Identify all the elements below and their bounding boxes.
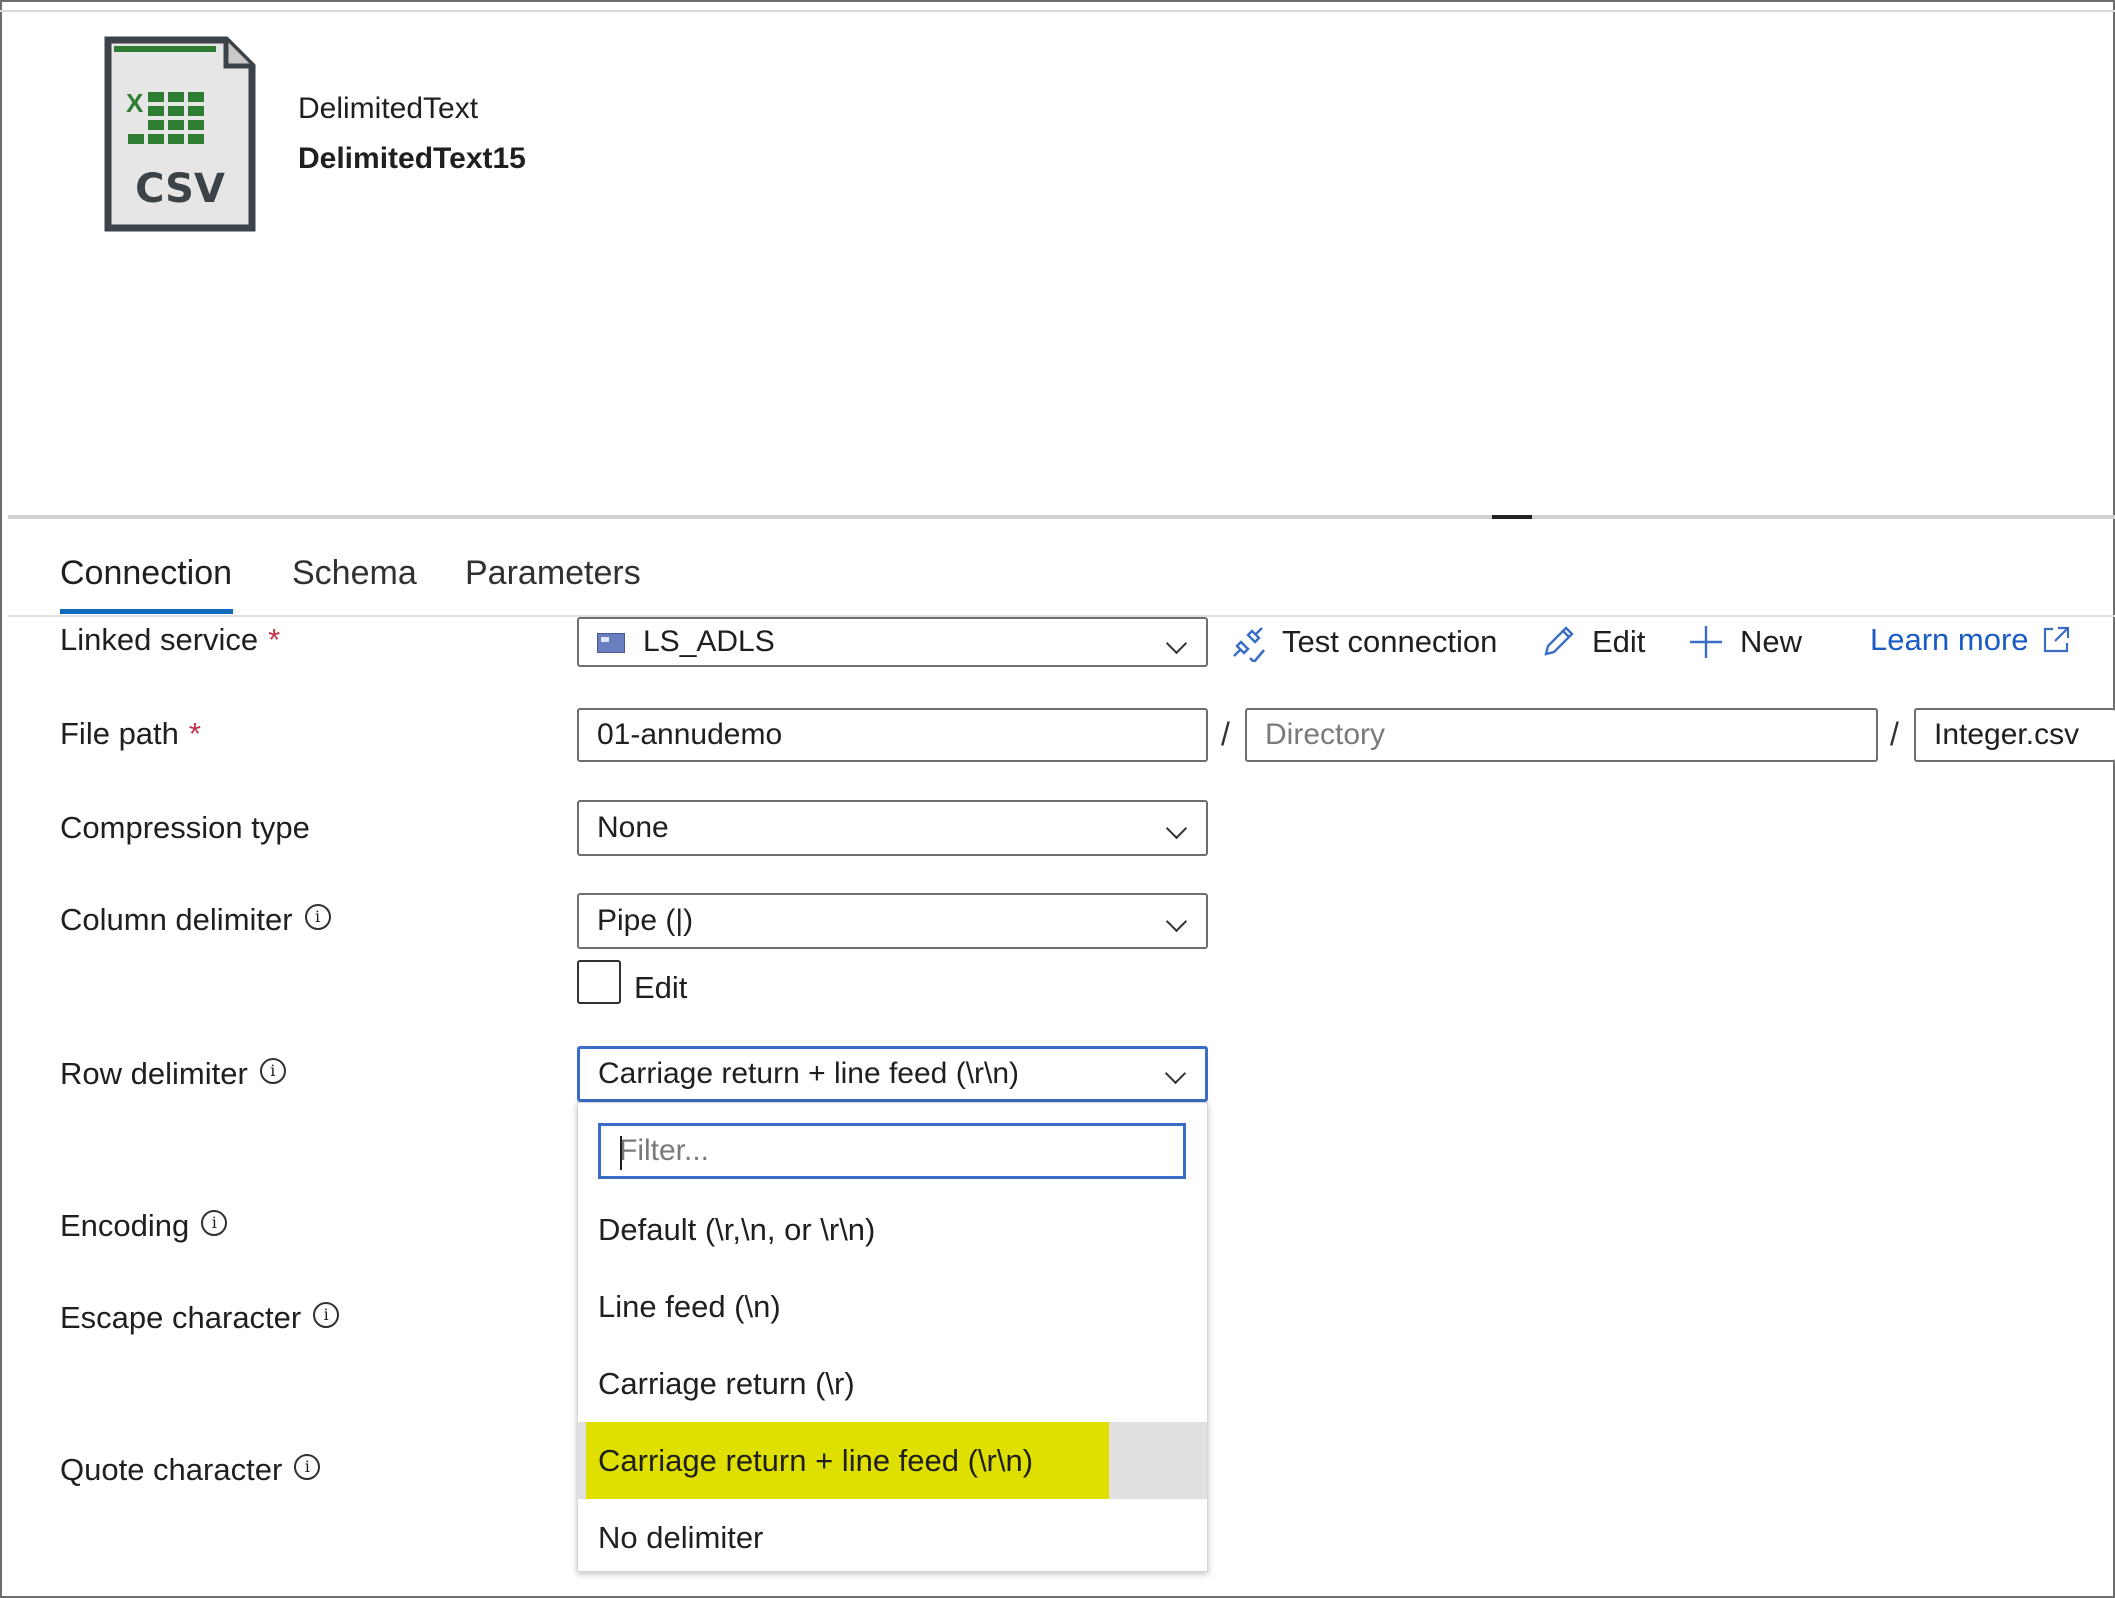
- linked-service-label-text: Linked service: [60, 622, 259, 657]
- row-delimiter-label-text: Row delimiter: [60, 1056, 248, 1091]
- new-label: New: [1740, 624, 1803, 659]
- external-link-icon: [2043, 626, 2069, 653]
- test-connection-label: Test connection: [1282, 624, 1498, 659]
- quote-character-label: Quote character i: [60, 1452, 321, 1488]
- pencil-icon: [1544, 626, 1574, 656]
- directory-placeholder: Directory: [1265, 718, 1386, 751]
- column-delimiter-dropdown[interactable]: Pipe (|): [577, 893, 1208, 949]
- tab-connection[interactable]: Connection: [60, 554, 232, 593]
- chevron-down-icon: [1165, 817, 1188, 840]
- filter-placeholder: Filter...: [619, 1134, 710, 1167]
- chevron-down-icon: [1165, 910, 1188, 933]
- dataset-name: DelimitedText15: [298, 142, 526, 175]
- row-delimiter-label: Row delimiter i: [60, 1056, 286, 1092]
- required-marker: *: [188, 716, 201, 751]
- compression-type-label: Compression type: [60, 810, 310, 845]
- edit-column-delimiter-checkbox[interactable]: [577, 960, 621, 1004]
- path-separator: /: [1221, 716, 1230, 752]
- column-delimiter-label-text: Column delimiter: [60, 902, 293, 937]
- option-no-delimiter[interactable]: No delimiter: [578, 1499, 1207, 1576]
- path-separator: /: [1890, 716, 1899, 752]
- required-marker: *: [268, 622, 281, 657]
- file-path-label-text: File path: [60, 716, 179, 751]
- resize-handle[interactable]: [1492, 515, 1532, 519]
- test-connection-button[interactable]: Test connection: [1228, 622, 1497, 662]
- row-delimiter-options-panel: Filter... Default (\r,\n, or \r\n) Line …: [577, 1102, 1208, 1572]
- compression-type-value: None: [597, 811, 669, 844]
- tab-parameters[interactable]: Parameters: [465, 554, 641, 593]
- file-name-input[interactable]: Integer.csv: [1914, 708, 2115, 762]
- encoding-label-text: Encoding: [60, 1208, 190, 1243]
- plus-icon: [1690, 626, 1722, 658]
- top-border: [0, 0, 2115, 12]
- column-delimiter-label: Column delimiter i: [60, 902, 331, 938]
- linked-service-icon: [597, 633, 625, 653]
- chevron-down-icon: [1164, 1062, 1187, 1085]
- escape-character-label-text: Escape character: [60, 1300, 302, 1335]
- chevron-down-icon: [1165, 632, 1188, 655]
- linked-service-label: Linked service *: [60, 622, 280, 658]
- option-line-feed[interactable]: Line feed (\n): [578, 1268, 1207, 1345]
- excel-letter: X: [126, 88, 144, 118]
- edit-label: Edit: [1592, 624, 1646, 659]
- plug-icon: [1233, 627, 1265, 662]
- info-icon[interactable]: i: [313, 1302, 340, 1328]
- text-cursor: [620, 1136, 622, 1170]
- escape-character-label: Escape character i: [60, 1300, 340, 1336]
- container-input[interactable]: 01-annudemo: [577, 708, 1208, 762]
- filter-input[interactable]: Filter...: [598, 1123, 1186, 1179]
- option-default[interactable]: Default (\r,\n, or \r\n): [578, 1191, 1207, 1268]
- new-linked-service-button[interactable]: New: [1686, 622, 1802, 662]
- option-crlf-selected[interactable]: Carriage return + line feed (\r\n): [578, 1422, 1207, 1499]
- compression-type-dropdown[interactable]: None: [577, 800, 1208, 856]
- linked-service-value: LS_ADLS: [643, 625, 775, 658]
- file-path-label: File path *: [60, 716, 201, 752]
- row-delimiter-dropdown[interactable]: Carriage return + line feed (\r\n): [577, 1046, 1208, 1102]
- linked-service-dropdown[interactable]: LS_ADLS: [577, 617, 1208, 667]
- learn-more-label: Learn more: [1870, 622, 2029, 657]
- edit-checkbox-label: Edit: [634, 970, 688, 1005]
- dataset-type-label: DelimitedText: [298, 92, 479, 125]
- tab-schema[interactable]: Schema: [292, 554, 417, 593]
- encoding-label: Encoding i: [60, 1208, 228, 1244]
- info-icon[interactable]: i: [294, 1454, 321, 1480]
- directory-input[interactable]: Directory: [1245, 708, 1878, 762]
- info-icon[interactable]: i: [201, 1210, 228, 1236]
- csv-icon-text: CSV: [135, 166, 225, 212]
- info-icon[interactable]: i: [304, 904, 331, 930]
- pane-divider: [8, 515, 2115, 519]
- edit-linked-service-button[interactable]: Edit: [1538, 622, 1645, 662]
- quote-character-label-text: Quote character: [60, 1452, 283, 1487]
- learn-more-link[interactable]: Learn more: [1870, 622, 2085, 658]
- info-icon[interactable]: i: [259, 1058, 286, 1084]
- csv-file-icon: X CSV: [104, 36, 256, 237]
- option-carriage-return[interactable]: Carriage return (\r): [578, 1345, 1207, 1422]
- highlighted-option-label: Carriage return + line feed (\r\n): [586, 1422, 1110, 1499]
- column-delimiter-value: Pipe (|): [597, 904, 694, 937]
- active-tab-indicator: [60, 609, 233, 614]
- row-delimiter-value: Carriage return + line feed (\r\n): [598, 1057, 1020, 1090]
